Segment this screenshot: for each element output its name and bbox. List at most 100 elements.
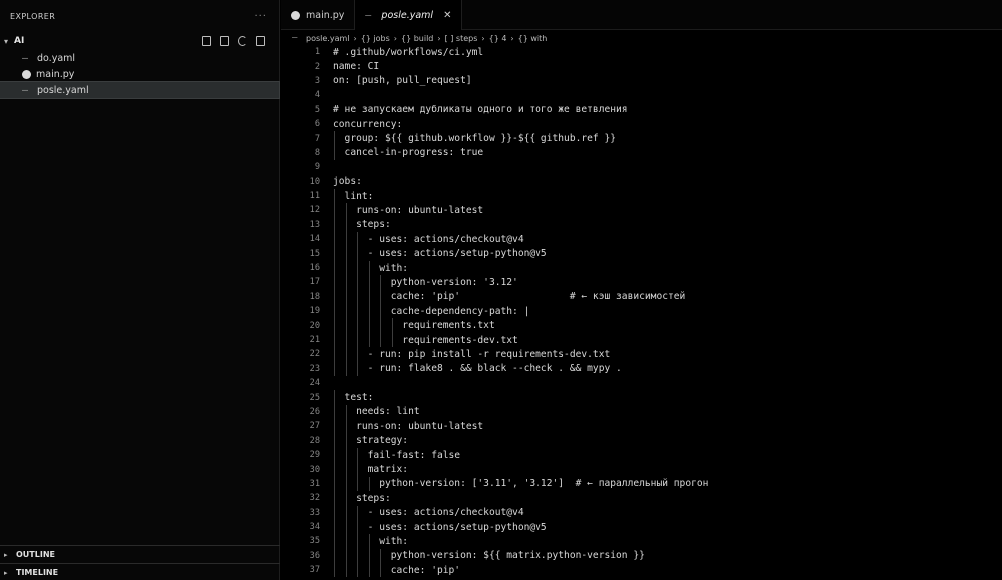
code-line[interactable]: 29 fail-fast: false <box>282 447 1002 463</box>
code-text: name: CI <box>333 61 380 73</box>
indent-guide <box>345 289 347 305</box>
line-number: 10 <box>309 176 320 187</box>
code-line[interactable]: 15 - uses: actions/setup-python@v5 <box>282 246 1002 261</box>
line-number: 1 <box>314 47 320 58</box>
indent-guide <box>368 563 370 578</box>
breadcrumb-item[interactable]: {} jobs <box>361 34 390 43</box>
new-file-icon[interactable] <box>202 36 211 46</box>
code-line[interactable]: 20 requirements.txt <box>282 318 1002 333</box>
code-line[interactable]: 10 jobs: <box>282 175 1002 189</box>
code-line[interactable]: 27 runs-on: ubuntu-latest <box>282 419 1002 434</box>
yaml-file-icon: — <box>22 84 29 96</box>
code-line[interactable]: 6 concurrency: <box>282 117 1002 131</box>
code-text: python-version: '3.12' <box>333 276 518 288</box>
close-icon[interactable]: ✕ <box>443 10 451 21</box>
code-line[interactable]: 3 on: [push, pull_request] <box>282 74 1002 88</box>
tab-label: posle.yaml <box>381 9 434 21</box>
code-line[interactable]: 36 python-version: ${{ matrix.python-ver… <box>282 548 1002 564</box>
file-item-posle-yaml[interactable]: — posle.yaml <box>0 81 280 99</box>
code-line[interactable]: 14 - uses: actions/checkout@v4 <box>282 232 1002 247</box>
code-line[interactable]: 11 lint: <box>282 188 1002 204</box>
breadcrumb-item[interactable]: {} 4 <box>489 34 507 43</box>
indent-guide <box>345 318 347 333</box>
more-actions-icon[interactable]: ··· <box>254 11 267 22</box>
breadcrumb-item[interactable]: {} build <box>401 34 433 43</box>
tab-posle-yaml[interactable]: — posle.yaml ✕ <box>355 0 463 30</box>
indent-guide <box>334 491 335 506</box>
yaml-file-icon: — <box>365 9 372 21</box>
outline-label: OUTLINE <box>16 550 55 559</box>
code-line[interactable]: 30 matrix: <box>282 462 1002 477</box>
breadcrumb-item[interactable]: {} with <box>518 34 548 43</box>
tab-main-py[interactable]: main.py <box>281 0 356 30</box>
code-line[interactable]: 12 runs-on: ubuntu-latest <box>282 203 1002 218</box>
indent-guide <box>345 232 347 247</box>
code-text: cancel-in-progress: true <box>333 147 484 159</box>
chevron-down-icon[interactable]: ▾ <box>4 37 14 46</box>
file-item-main-py[interactable]: main.py <box>0 66 279 82</box>
code-line[interactable]: 17 python-version: '3.12' <box>282 275 1002 290</box>
line-number: 18 <box>309 291 320 302</box>
code-line[interactable]: 4 <box>282 88 1002 102</box>
code-line[interactable]: 21 requirements-dev.txt <box>282 332 1002 348</box>
indent-guide <box>334 476 335 492</box>
code-text: steps: <box>333 219 391 231</box>
indent-guide <box>357 447 359 463</box>
code-line[interactable]: 8 cancel-in-progress: true <box>282 145 1002 161</box>
line-number: 4 <box>314 90 320 101</box>
indent-guide <box>345 476 347 492</box>
indent-guide <box>334 390 335 405</box>
code-line[interactable]: 25 test: <box>282 390 1002 405</box>
folder-ai[interactable]: ▾ AI <box>0 32 279 50</box>
breadcrumb-item[interactable]: [ ] steps <box>445 34 478 43</box>
code-line[interactable]: 34 - uses: actions/setup-python@v5 <box>282 519 1002 535</box>
folder-label: AI <box>14 36 25 46</box>
code-line[interactable]: 9 <box>282 160 1002 174</box>
line-number: 21 <box>309 335 320 345</box>
outline-section[interactable]: ▸ OUTLINE <box>0 545 280 563</box>
timeline-section[interactable]: ▸ TIMELINE <box>0 563 280 580</box>
line-number: 5 <box>314 104 320 115</box>
code-line[interactable]: 2 name: CI <box>282 59 1002 73</box>
code-line[interactable]: 32 steps: <box>282 491 1002 506</box>
refresh-icon[interactable] <box>238 36 247 46</box>
indent-guide <box>334 519 335 535</box>
code-line[interactable]: 37 cache: 'pip' <box>282 563 1002 578</box>
code-line[interactable]: 26 needs: lint <box>282 404 1002 420</box>
code-line[interactable]: 31 python-version: ['3.11', '3.12'] # ← … <box>282 476 1002 492</box>
code-line[interactable]: 24 <box>282 376 1002 390</box>
new-folder-icon[interactable] <box>220 36 229 46</box>
file-label: do.yaml <box>37 52 76 64</box>
code-line[interactable]: 22 - run: pip install -r requirements-de… <box>282 347 1002 362</box>
breadcrumb: — posle.yaml › {} jobs › {} build › [ ] … <box>292 31 547 45</box>
chevron-right-icon[interactable]: ▸ <box>4 569 13 577</box>
indent-guide <box>334 217 335 233</box>
breadcrumb-item[interactable]: posle.yaml <box>306 34 349 43</box>
indent-guide <box>334 275 335 290</box>
code-line[interactable]: 33 - uses: actions/checkout@v4 <box>282 505 1002 520</box>
indent-guide <box>357 519 359 535</box>
explorer-title: EXPLORER <box>10 11 56 21</box>
code-line[interactable]: 5 # не запускаем дубликаты одного и того … <box>282 103 1002 117</box>
collapse-all-icon[interactable] <box>256 36 265 46</box>
indent-guide <box>334 131 335 146</box>
indent-guide <box>334 332 335 348</box>
indent-guide <box>334 203 335 218</box>
code-line[interactable]: 1 # .github/workflows/ci.yml <box>282 45 1002 59</box>
indent-guide <box>357 361 359 376</box>
file-item-do-yaml[interactable]: — do.yaml <box>0 50 279 66</box>
indent-guide <box>345 534 347 549</box>
tab-label: main.py <box>306 9 345 21</box>
code-line[interactable]: 28 strategy: <box>282 433 1002 448</box>
code-editor[interactable]: 1 # .github/workflows/ci.yml 2 name: CI 3 on:… <box>282 45 1002 580</box>
chevron-right-icon[interactable]: ▸ <box>4 551 13 559</box>
code-line[interactable]: 19 cache-dependency-path: | <box>282 304 1002 319</box>
code-line[interactable]: 7 group: ${{ github.workflow }}-${{ gith… <box>282 131 1002 146</box>
code-line[interactable]: 16 with: <box>282 260 1002 276</box>
code-line[interactable]: 13 steps: <box>282 217 1002 233</box>
indent-guide <box>334 447 335 463</box>
code-line[interactable]: 35 with: <box>282 534 1002 549</box>
code-line[interactable]: 23 - run: flake8 . && black --check . &&… <box>282 361 1002 376</box>
code-line[interactable]: 18 cache: 'pip' # ← кэш зависимостей <box>282 289 1002 305</box>
indent-guide <box>368 275 370 290</box>
